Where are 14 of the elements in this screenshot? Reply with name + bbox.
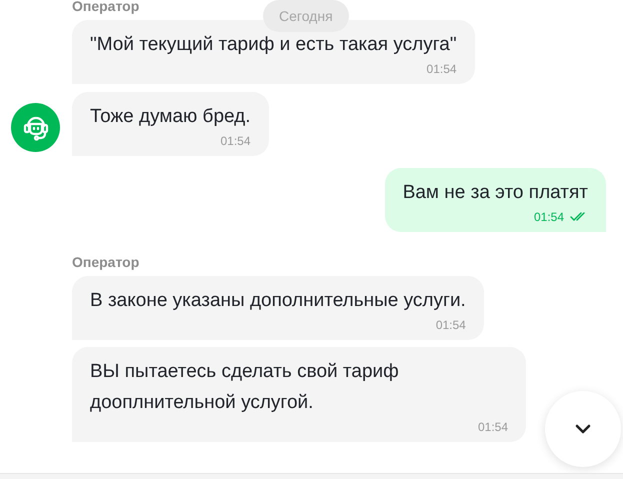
message-text: В законе указаны дополнительные услуги.: [90, 289, 466, 313]
date-badge: Сегодня: [263, 0, 349, 32]
sender-name: Оператор: [72, 0, 140, 14]
chevron-down-icon: [574, 423, 592, 435]
message-time: 01:54: [534, 209, 564, 225]
message-time: 01:54: [220, 133, 251, 149]
message-time: 01:54: [478, 419, 508, 435]
sender-name: Оператор: [72, 254, 140, 270]
message-text: Вам не за это платят: [402, 181, 588, 205]
message-time: 01:54: [436, 317, 466, 333]
message-time: 01:54: [426, 61, 457, 77]
message-text: Тоже думаю бред.: [90, 105, 251, 129]
message-text: "Мой текущий тариф и есть такая услуга": [90, 33, 457, 57]
message-text: ВЫ пытаетесь сделать свой тариф дооплнительной услугой.: [90, 360, 400, 415]
